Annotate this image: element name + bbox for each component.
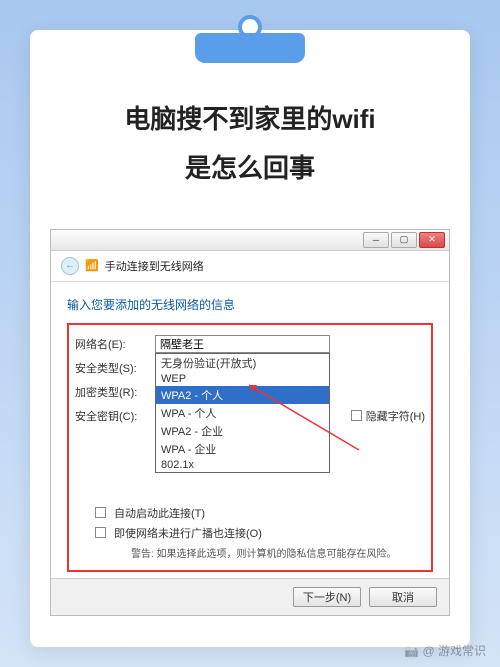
clipboard-clip — [195, 15, 305, 65]
label-auto-connect: 自动启动此连接(T) — [114, 505, 205, 521]
dialog-window: ─ ▢ ✕ ← 📶 手动连接到无线网络 输入您要添加的无线网络的信息 网络名(E… — [50, 229, 450, 616]
label-hide-chars: 隐藏字符(H) — [366, 408, 425, 424]
label-network-name: 网络名(E): — [75, 336, 147, 352]
dropdown-option[interactable]: WPA2 - 企业 — [156, 422, 329, 440]
label-security-key: 安全密钥(C): — [75, 408, 147, 424]
maximize-button[interactable]: ▢ — [391, 232, 417, 248]
next-button[interactable]: 下一步(N) — [293, 587, 361, 607]
label-encryption-type: 加密类型(R): — [75, 384, 147, 400]
headline-line2: 是怎么回事 — [50, 144, 450, 193]
breadcrumb-title: 手动连接到无线网络 — [105, 258, 204, 274]
section-title: 输入您要添加的无线网络的信息 — [67, 296, 433, 313]
dialog-footer: 下一步(N) 取消 — [51, 578, 449, 615]
hide-chars-checkbox[interactable] — [351, 410, 362, 421]
dropdown-option[interactable]: WPA2 - 个人 — [156, 386, 329, 404]
label-broadcast: 即使网络未进行广播也连接(O) — [114, 525, 262, 541]
highlighted-region: 网络名(E): 安全类型(S): [选择一个选项] ▼ 无身份验证(开放式)WE… — [67, 323, 433, 572]
dropdown-option[interactable]: WPA - 企业 — [156, 440, 329, 458]
broadcast-checkbox[interactable] — [95, 527, 106, 538]
back-icon[interactable]: ← — [61, 257, 79, 275]
breadcrumb: ← 📶 手动连接到无线网络 — [51, 251, 449, 282]
clipboard-card: 电脑搜不到家里的wifi 是怎么回事 ─ ▢ ✕ ← 📶 手动连接到无线网络 输… — [30, 30, 470, 647]
titlebar: ─ ▢ ✕ — [51, 230, 449, 251]
warning-text: 警告: 如果选择此选项，则计算机的隐私信息可能存在风险。 — [131, 545, 425, 560]
dropdown-option[interactable]: WEP — [156, 372, 329, 386]
watermark: 📷 @ 游戏常识 — [404, 642, 486, 659]
cancel-button[interactable]: 取消 — [369, 587, 437, 607]
content-area: 输入您要添加的无线网络的信息 网络名(E): 安全类型(S): [选择一个选项]… — [51, 282, 449, 578]
network-name-input[interactable] — [155, 335, 330, 353]
headline-line1: 电脑搜不到家里的wifi — [50, 95, 450, 144]
network-icon: 📶 — [85, 259, 99, 272]
label-security-type: 安全类型(S): — [75, 360, 147, 376]
dropdown-option[interactable]: 802.1x — [156, 458, 329, 472]
dropdown-option[interactable]: WPA - 个人 — [156, 404, 329, 422]
auto-connect-checkbox[interactable] — [95, 507, 106, 518]
minimize-button[interactable]: ─ — [363, 232, 389, 248]
close-button[interactable]: ✕ — [419, 232, 445, 248]
dropdown-option[interactable]: 无身份验证(开放式) — [156, 354, 329, 372]
security-dropdown[interactable]: 无身份验证(开放式)WEPWPA2 - 个人WPA - 个人WPA2 - 企业W… — [155, 353, 330, 473]
